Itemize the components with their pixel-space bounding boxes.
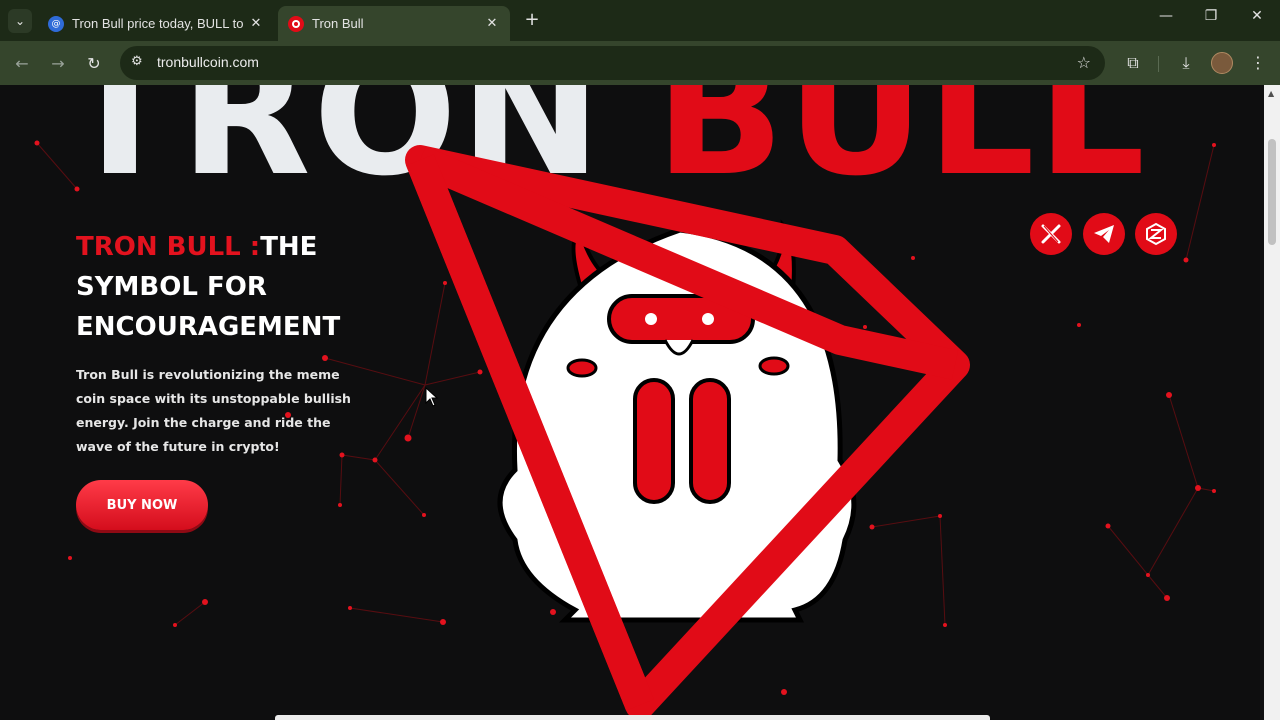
arrow-right-icon: → [51,54,65,73]
restore-icon: ❐ [1204,8,1218,24]
hero-description: Tron Bull is revolutionizing the meme co… [76,367,351,454]
page-scrollbar[interactable]: ▲ [1264,85,1280,720]
telegram-social-button[interactable] [1083,213,1125,255]
kebab-menu-icon: ⋮ [1250,53,1266,72]
site-settings-icon[interactable]: ⚙ [131,54,143,69]
reload-button[interactable]: ↻ [84,54,104,73]
close-icon: ✕ [1251,8,1263,24]
browser-toolbar: ← → ↻ ⚙ tronbullcoin.com ☆ ⧉ ⤓ ⋮ [0,41,1280,85]
minimize-icon: — [1159,8,1173,24]
x-social-button[interactable] [1030,213,1072,255]
tab-strip: ⌄ @ Tron Bull price today, BULL to USD ✕… [0,0,1280,41]
page-viewport: TRON BULL TRON BULL :THE SYMBOL FOR ENCO… [0,85,1264,720]
forward-button[interactable]: → [48,54,68,73]
bookmark-star-icon[interactable]: ☆ [1077,53,1091,72]
restore-button[interactable]: ❐ [1196,8,1226,24]
url-text[interactable]: tronbullcoin.com [157,54,259,70]
scroll-thumb[interactable] [1268,139,1276,245]
arrow-left-icon: ← [15,54,29,73]
reload-icon: ↻ [87,54,101,73]
next-section-edge [275,715,990,720]
minimize-button[interactable]: — [1151,8,1181,24]
puzzle-icon: ⧉ [1127,53,1139,72]
download-icon: ⤓ [1182,53,1190,72]
toolbar-divider [1158,56,1159,72]
new-tab-button[interactable]: + [520,9,544,30]
tab-title: Tron Bull [312,16,364,31]
close-window-button[interactable]: ✕ [1242,8,1272,24]
telegram-icon [1094,225,1114,243]
extensions-button[interactable]: ⧉ [1122,53,1144,73]
address-bar[interactable]: ⚙ tronbullcoin.com ☆ [120,46,1105,80]
mouse-cursor-icon [425,387,439,407]
back-button[interactable]: ← [12,54,32,73]
tab-tron-bull[interactable]: Tron Bull ✕ [278,6,510,41]
buy-now-button[interactable]: BUY NOW [76,480,208,530]
tron-bull-icon [288,15,304,32]
dextools-icon [1146,222,1166,246]
tab-coin-price[interactable]: @ Tron Bull price today, BULL to USD ✕ [38,6,274,41]
tab-search-dropdown[interactable]: ⌄ [8,9,32,33]
coin-site-icon: @ [48,15,64,32]
close-tab-icon[interactable]: ✕ [248,16,264,31]
menu-button[interactable]: ⋮ [1247,53,1269,72]
dextools-social-button[interactable] [1135,213,1177,255]
hero-title: TRON BULL :THE SYMBOL FOR ENCOURAGEMENT [76,227,376,347]
hero-title-accent: TRON BULL : [76,232,261,262]
tab-title: Tron Bull price today, BULL to USD [72,16,248,31]
tron-bull-mascot [405,145,970,720]
downloads-button[interactable]: ⤓ [1175,53,1197,73]
scroll-up-arrow-icon[interactable]: ▲ [1268,89,1274,98]
x-icon [1041,224,1061,244]
chevron-down-icon: ⌄ [14,14,26,28]
avatar[interactable] [1211,52,1233,74]
close-tab-icon[interactable]: ✕ [484,16,500,31]
plus-icon: + [524,9,540,30]
